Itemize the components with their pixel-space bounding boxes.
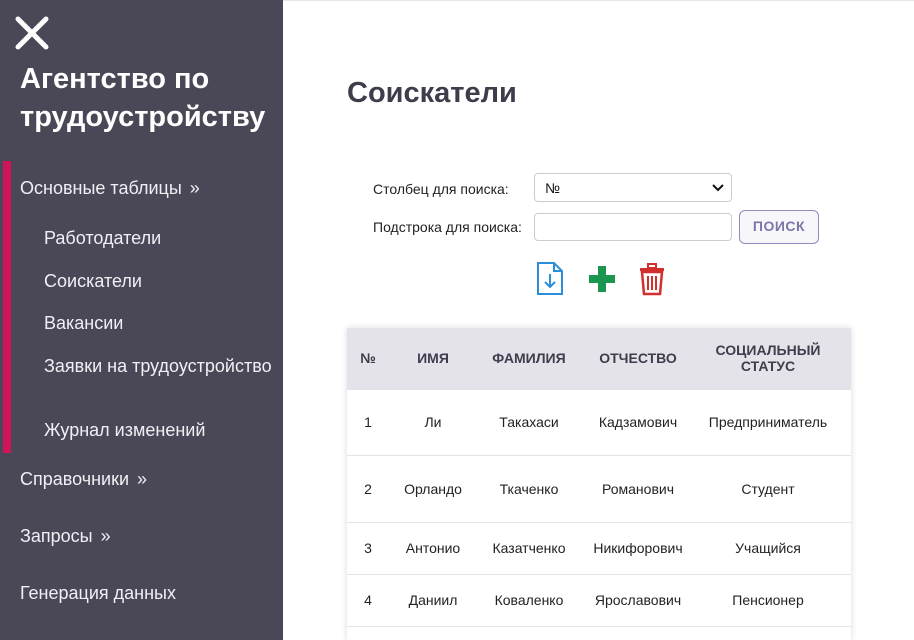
sidebar: Агентство по трудоустройству Основные та… (0, 0, 283, 640)
cell-first-name: Даниил (389, 573, 477, 626)
cell-social-status: Пенсионер (695, 573, 841, 626)
cell-number (347, 625, 389, 640)
cell-patronymic: Романович (581, 454, 695, 522)
column-header-number[interactable]: № (347, 328, 389, 389)
chevron-down-icon (712, 184, 724, 192)
sidebar-section-label: Генерация данных (20, 583, 176, 603)
sidebar-section-queries[interactable]: Запросы » (20, 526, 111, 547)
active-section-indicator (3, 161, 11, 453)
sidebar-section-data-generation[interactable]: Генерация данных (20, 583, 176, 604)
cell-last-name: Казатченко (477, 521, 581, 574)
chevron-right-icon: » (137, 469, 148, 489)
table-row[interactable]: 2 Орландо Ткаченко Романович Студент (347, 454, 851, 522)
cell-first-name (389, 625, 477, 640)
sidebar-item-employers[interactable]: Работодатели (44, 228, 274, 249)
cell-number: 1 (347, 388, 389, 455)
search-input[interactable] (534, 213, 732, 241)
sidebar-section-main-tables[interactable]: Основные таблицы » (20, 178, 200, 199)
cell-social-status: Предприниматель (695, 388, 841, 455)
cell-last-name (477, 625, 581, 640)
search-column-select[interactable]: № (534, 173, 732, 202)
cell-extra (841, 573, 851, 626)
chevron-right-icon: » (189, 178, 200, 198)
applicants-table: № ИМЯ ФАМИЛИЯ ОТЧЕСТВО СОЦИАЛЬНЫЙ СТАТУС… (347, 328, 851, 640)
cell-patronymic: Ярославович (581, 573, 695, 626)
cell-extra (841, 521, 851, 574)
cell-patronymic: Кадзамович (581, 388, 695, 455)
cell-number: 3 (347, 521, 389, 574)
search-column-value: № (545, 180, 561, 196)
search-button[interactable]: ПОИСК (739, 210, 819, 244)
trash-icon[interactable] (635, 261, 669, 297)
sidebar-section-label: Основные таблицы (20, 178, 182, 198)
column-header-patronymic[interactable]: ОТЧЕСТВО (581, 328, 695, 389)
cell-last-name: Такахаси (477, 388, 581, 455)
cell-last-name: Коваленко (477, 573, 581, 626)
search-substring-label: Подстрока для поиска: (373, 219, 522, 235)
sidebar-section-label: Запросы (20, 526, 93, 546)
download-file-icon[interactable] (533, 261, 567, 297)
cell-social-status: Учащийся (695, 521, 841, 574)
close-icon[interactable] (14, 15, 50, 51)
main-content: Соискатели Столбец для поиска: № Подстро… (283, 0, 914, 640)
cell-number: 4 (347, 573, 389, 626)
cell-first-name: Ли (389, 388, 477, 455)
table-header-row: № ИМЯ ФАМИЛИЯ ОТЧЕСТВО СОЦИАЛЬНЫЙ СТАТУС (347, 328, 851, 389)
column-header-social-status[interactable]: СОЦИАЛЬНЫЙ СТАТУС (695, 328, 841, 389)
table-row[interactable]: 4 Даниил Коваленко Ярославович Пенсионер (347, 573, 851, 626)
cell-patronymic (581, 625, 695, 640)
sidebar-item-applications[interactable]: Заявки на трудоустройство (44, 356, 274, 377)
cell-first-name: Орландо (389, 454, 477, 522)
cell-social-status (695, 625, 841, 640)
chevron-right-icon: » (100, 526, 111, 546)
table-row[interactable] (347, 625, 851, 640)
app-title: Агентство по трудоустройству (20, 63, 266, 133)
sidebar-section-references[interactable]: Справочники » (20, 469, 147, 490)
cell-number: 2 (347, 454, 389, 522)
page-title: Соискатели (347, 77, 517, 109)
cell-patronymic: Никифорович (581, 521, 695, 574)
cell-extra (841, 388, 851, 455)
table-row[interactable]: 3 Антонио Казатченко Никифорович Учащийс… (347, 521, 851, 574)
sidebar-item-changelog[interactable]: Журнал изменений (44, 420, 274, 441)
column-header-last-name[interactable]: ФАМИЛИЯ (477, 328, 581, 389)
cell-last-name: Ткаченко (477, 454, 581, 522)
sidebar-item-applicants[interactable]: Соискатели (44, 271, 274, 292)
cell-extra (841, 625, 851, 640)
cell-first-name: Антонио (389, 521, 477, 574)
table-row[interactable]: 1 Ли Такахаси Кадзамович Предприниматель (347, 388, 851, 455)
cell-extra (841, 454, 851, 522)
plus-icon[interactable] (585, 261, 619, 297)
sidebar-section-label: Справочники (20, 469, 130, 489)
cell-social-status: Студент (695, 454, 841, 522)
column-header-extra (841, 328, 851, 389)
column-header-first-name[interactable]: ИМЯ (389, 328, 477, 389)
sidebar-item-vacancies[interactable]: Вакансии (44, 313, 274, 334)
search-column-label: Столбец для поиска: (373, 181, 509, 197)
